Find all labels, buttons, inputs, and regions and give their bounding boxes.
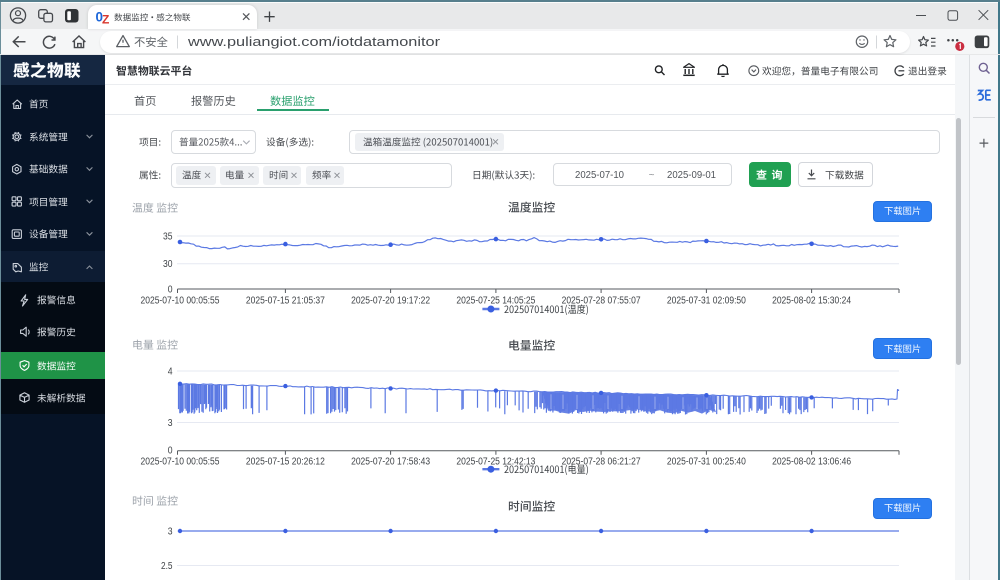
svg-text:2025-07-20 19:17:22: 2025-07-20 19:17:22 <box>351 295 430 306</box>
svg-text:2025-07-10: 2025-07-10 <box>575 170 624 181</box>
svg-text:3: 3 <box>168 526 173 537</box>
svg-text:30: 30 <box>163 259 173 270</box>
svg-text:2.5: 2.5 <box>161 561 173 572</box>
svg-text:3: 3 <box>168 418 173 429</box>
svg-text:2025-07-15 21:05:37: 2025-07-15 21:05:37 <box>246 295 325 306</box>
svg-text:Z: Z <box>102 13 109 27</box>
svg-text:2025-07-20 17:58:43: 2025-07-20 17:58:43 <box>351 457 430 468</box>
svg-text:4: 4 <box>168 366 173 377</box>
svg-text:2025-07-25 14:05:25: 2025-07-25 14:05:25 <box>456 295 535 306</box>
svg-text:0: 0 <box>168 284 173 295</box>
svg-text:2025-07-10 00:05:55: 2025-07-10 00:05:55 <box>141 457 220 468</box>
svg-text:2025-08-02 13:06:46: 2025-08-02 13:06:46 <box>772 457 851 468</box>
svg-text:www.puliangiot.com/iotdatamoni: www.puliangiot.com/iotdatamonitor <box>187 35 440 49</box>
svg-text:2025-07-25 12:42:13: 2025-07-25 12:42:13 <box>456 457 535 468</box>
svg-text:0: 0 <box>168 446 173 457</box>
svg-text:2025-07-28 07:55:07: 2025-07-28 07:55:07 <box>562 295 641 306</box>
svg-text:2025-09-01: 2025-09-01 <box>667 170 716 181</box>
svg-text:~: ~ <box>649 170 655 181</box>
svg-text:2025-08-02 15:30:24: 2025-08-02 15:30:24 <box>772 295 851 306</box>
svg-text:2025-07-28 06:21:27: 2025-07-28 06:21:27 <box>562 457 641 468</box>
svg-text:2025-07-31 02:09:50: 2025-07-31 02:09:50 <box>667 295 746 306</box>
svg-text:35: 35 <box>163 231 173 242</box>
svg-text:2025-07-15 20:26:12: 2025-07-15 20:26:12 <box>246 457 325 468</box>
svg-text:2025-07-31 00:25:40: 2025-07-31 00:25:40 <box>667 457 746 468</box>
svg-text:2025-07-10 00:05:55: 2025-07-10 00:05:55 <box>141 295 220 306</box>
